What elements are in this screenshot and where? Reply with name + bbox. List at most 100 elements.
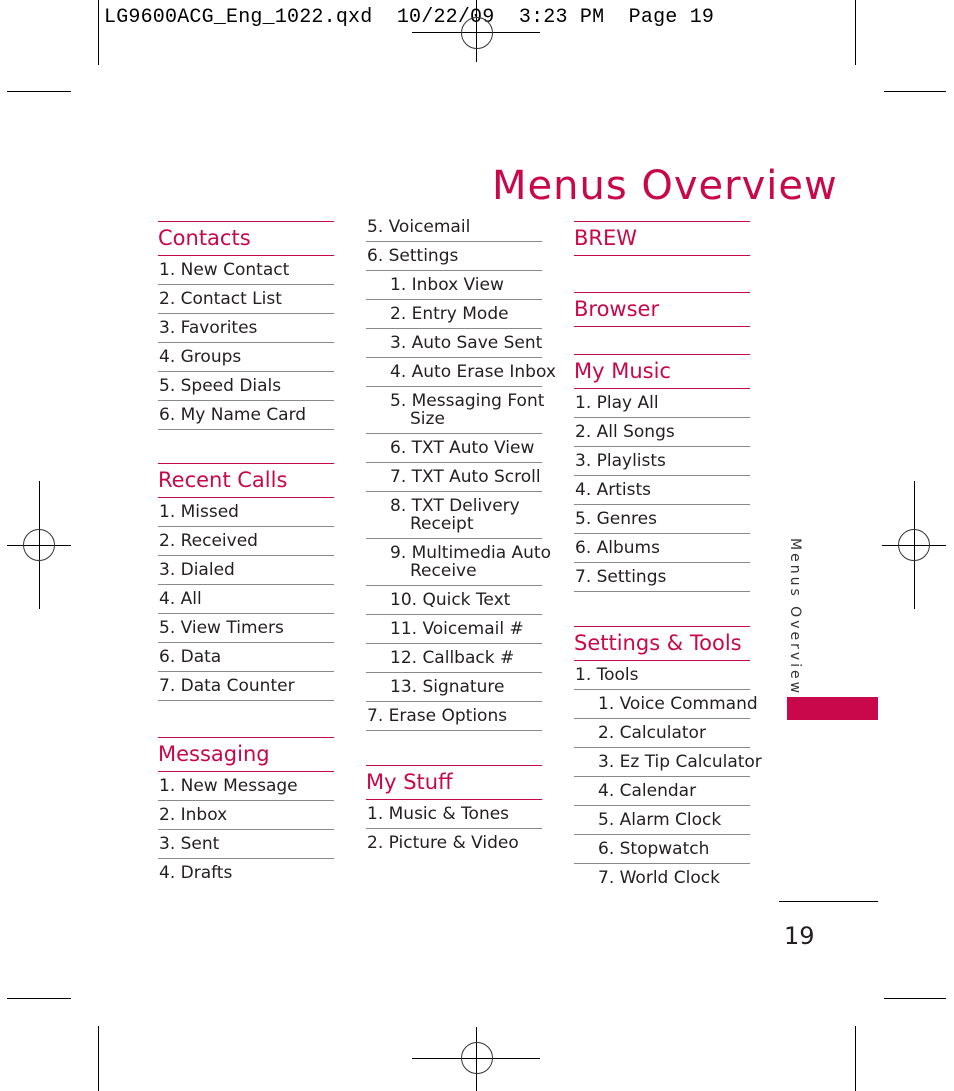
menu-item[interactable]: 2. Entry Mode	[366, 300, 542, 329]
menu-item[interactable]: 6. My Name Card	[158, 401, 334, 430]
page-title: Menus Overview	[492, 162, 838, 209]
page-number-rule	[779, 901, 878, 902]
menu-item[interactable]: 2. Inbox	[158, 801, 334, 830]
menu-item-label: 6. Settings	[367, 246, 459, 266]
section-messaging-continued: 5. Voicemail 6. Settings 1. Inbox View 2. E…	[366, 213, 556, 731]
print-slug: LG9600ACG_Eng_1022.qxd 10/22/09 3:23 PM …	[104, 6, 715, 29]
menu-item[interactable]: 4. Groups	[158, 343, 334, 372]
menu-item[interactable]: 7. World Clock	[574, 864, 750, 892]
menu-item-label: 7. Erase Options	[367, 706, 508, 726]
menu-item[interactable]: 5. Genres	[574, 505, 750, 534]
menu-column-3: BREW Browser My Music 1. Play All 2. All Son…	[574, 221, 762, 892]
menu-item[interactable]: 3. Dialed	[158, 556, 334, 585]
menu-item[interactable]: 2. All Songs	[574, 418, 750, 447]
crop-mark	[884, 998, 946, 999]
menu-item[interactable]: 5. Speed Dials	[158, 372, 334, 401]
menu-item[interactable]: 7. Settings	[574, 563, 750, 592]
menu-column-1: Contacts 1. New Contact 2. Contact List 3. …	[158, 221, 334, 887]
crop-mark	[855, 1026, 856, 1091]
menu-item-label: 2. Entry Mode	[390, 304, 509, 324]
section-heading[interactable]: Recent Calls	[158, 463, 334, 498]
menu-item[interactable]: 9. Multimedia Auto Receive	[366, 539, 551, 586]
menu-item[interactable]: 3. Playlists	[574, 447, 750, 476]
menu-item[interactable]: 7. Data Counter	[158, 672, 334, 701]
crop-mark	[855, 0, 856, 65]
menu-item[interactable]: 10. Quick Text	[366, 586, 542, 615]
section-brew: BREW	[574, 221, 750, 256]
menu-item[interactable]: 12. Callback #	[366, 644, 542, 673]
section-heading[interactable]: Contacts	[158, 221, 334, 256]
menu-item-label: 3. Auto Save Sent	[390, 333, 543, 353]
menu-item[interactable]: 8. TXT Delivery Receipt	[366, 492, 542, 539]
menu-item[interactable]: 3. Auto Save Sent	[366, 329, 542, 358]
section-my-music: My Music 1. Play All 2. All Songs 3. Playli…	[574, 354, 750, 592]
menu-item-label-continued: Receive	[410, 561, 477, 581]
section-heading[interactable]: BREW	[574, 221, 750, 256]
menu-item[interactable]: 3. Sent	[158, 830, 334, 859]
menu-item[interactable]: 1. Music & Tones	[366, 800, 542, 829]
menu-item[interactable]: 1. Play All	[574, 389, 750, 418]
menu-item[interactable]: 5. View Timers	[158, 614, 334, 643]
section-my-stuff: My Stuff 1. Music & Tones 2. Picture & Vid…	[366, 765, 542, 857]
menu-item-label: 7. TXT Auto Scroll	[390, 467, 541, 487]
menu-item[interactable]: 4. Calendar	[574, 777, 750, 806]
menu-column-2: 5. Voicemail 6. Settings 1. Inbox View 2. E…	[366, 218, 556, 857]
menu-item[interactable]: 11. Voicemail #	[366, 615, 542, 644]
menu-item-label: 9. Multimedia Auto	[390, 543, 552, 563]
crop-mark	[884, 91, 946, 92]
section-settings-tools: Settings & Tools 1. Tools 1. Voice Command…	[574, 626, 762, 892]
section-heading[interactable]: My Stuff	[366, 765, 542, 800]
menu-item-label: 13. Signature	[390, 677, 505, 697]
side-tab-label: Menus Overview	[787, 538, 803, 697]
page-number: 19	[784, 922, 815, 950]
menu-item-label: 10. Quick Text	[390, 590, 511, 610]
menu-item[interactable]: 4. Drafts	[158, 859, 334, 887]
menu-item[interactable]: 6. TXT Auto View	[366, 434, 542, 463]
menu-item[interactable]: 13. Signature	[366, 673, 542, 702]
menu-item-label: 1. Inbox View	[390, 275, 504, 295]
menu-item[interactable]: 4. All	[158, 585, 334, 614]
menu-item[interactable]: 6. Stopwatch	[574, 835, 750, 864]
menu-item-label: 4. Auto Erase Inbox	[390, 362, 556, 382]
menu-item[interactable]: 2. Calculator	[574, 719, 750, 748]
section-messaging: Messaging 1. New Message 2. Inbox 3. Sent 4.…	[158, 737, 334, 887]
menu-item-label: 5. Messaging Font	[390, 391, 545, 411]
menu-item[interactable]: 1. Inbox View	[366, 271, 542, 300]
menu-item[interactable]: 1. New Contact	[158, 256, 334, 285]
section-recent-calls: Recent Calls 1. Missed 2. Received 3. Diale…	[158, 463, 334, 701]
menu-item[interactable]: 6. Settings	[366, 242, 542, 271]
menu-item[interactable]: 5. Messaging Font Size	[366, 387, 545, 434]
section-heading[interactable]: My Music	[574, 354, 750, 389]
menu-item[interactable]: 6. Data	[158, 643, 334, 672]
menu-item[interactable]: 5. Voicemail	[366, 213, 542, 242]
crop-mark	[98, 1026, 99, 1091]
menu-item[interactable]: 4. Auto Erase Inbox	[366, 358, 556, 387]
menu-item[interactable]: 2. Contact List	[158, 285, 334, 314]
menu-item[interactable]: 5. Alarm Clock	[574, 806, 750, 835]
section-browser: Browser	[574, 292, 750, 327]
menu-item[interactable]: 1. Tools	[574, 661, 750, 690]
menu-item[interactable]: 6. Albums	[574, 534, 750, 563]
menu-item-label: 6. TXT Auto View	[390, 438, 535, 458]
menu-item[interactable]: 3. Ez Tip Calculator	[574, 748, 762, 777]
menu-item[interactable]: 7. Erase Options	[366, 702, 542, 731]
menu-item-label-continued: Size	[410, 409, 445, 429]
menu-item-label-continued: Receipt	[410, 514, 474, 534]
section-heading[interactable]: Settings & Tools	[574, 626, 750, 661]
menu-item[interactable]: 4. Artists	[574, 476, 750, 505]
menu-item[interactable]: 7. TXT Auto Scroll	[366, 463, 542, 492]
section-heading[interactable]: Browser	[574, 292, 750, 327]
crop-mark	[98, 0, 99, 65]
menu-item-label: 8. TXT Delivery	[390, 496, 520, 516]
menu-item[interactable]: 1. New Message	[158, 772, 334, 801]
crop-mark	[7, 998, 71, 999]
section-heading[interactable]: Messaging	[158, 737, 334, 772]
menu-item[interactable]: 2. Picture & Video	[366, 829, 542, 857]
menu-item[interactable]: 1. Voice Command	[574, 690, 758, 719]
section-contacts: Contacts 1. New Contact 2. Contact List 3. …	[158, 221, 334, 430]
menu-item[interactable]: 3. Favorites	[158, 314, 334, 343]
menu-item[interactable]: 2. Received	[158, 527, 334, 556]
menu-item[interactable]: 1. Missed	[158, 498, 334, 527]
menu-item-label: 12. Callback #	[390, 648, 515, 668]
menu-item-label: 11. Voicemail #	[390, 619, 524, 639]
